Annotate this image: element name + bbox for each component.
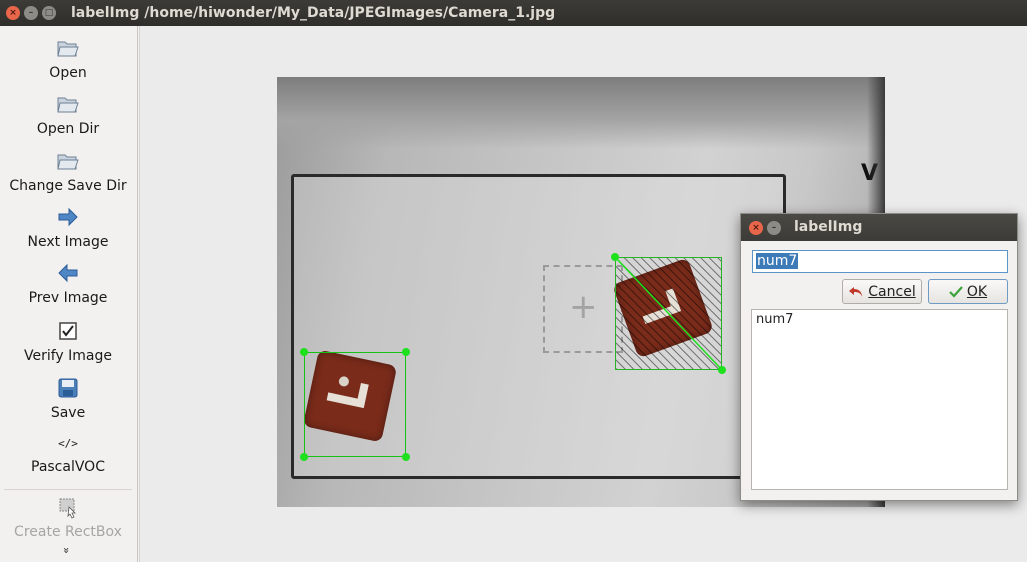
pascalvoc-label: PascalVOC bbox=[31, 459, 105, 475]
photo-shadow bbox=[277, 77, 885, 149]
verify-image-label: Verify Image bbox=[23, 348, 112, 364]
bbox-handle[interactable] bbox=[300, 348, 308, 356]
code-tag-icon: </> bbox=[58, 437, 78, 450]
create-rectbox-button[interactable]: Create RectBox bbox=[0, 495, 136, 540]
change-save-dir-button[interactable]: Change Save Dir bbox=[0, 149, 136, 194]
label-input[interactable]: num7 bbox=[752, 250, 1008, 273]
save-label: Save bbox=[50, 405, 86, 421]
dialog-close-button[interactable]: × bbox=[749, 221, 763, 235]
window-titlebar: × – □ labelImg /home/hiwonder/My_Data/JP… bbox=[0, 0, 1027, 26]
bbox-handle[interactable] bbox=[402, 348, 410, 356]
checkbox-icon bbox=[59, 322, 77, 340]
save-button[interactable]: Save bbox=[0, 376, 136, 421]
dialog-title: labelImg bbox=[794, 219, 863, 235]
window-minimize-button[interactable]: – bbox=[24, 6, 38, 20]
pascalvoc-format-button[interactable]: </> PascalVOC bbox=[0, 434, 136, 475]
cancel-button[interactable]: Cancel bbox=[842, 279, 922, 304]
arrow-left-icon bbox=[58, 263, 78, 283]
create-rectbox-label: Create RectBox bbox=[14, 524, 122, 540]
prev-image-button[interactable]: Prev Image bbox=[0, 261, 136, 306]
window-title: labelImg /home/hiwonder/My_Data/JPEGImag… bbox=[71, 5, 556, 21]
arrow-right-icon bbox=[58, 207, 78, 227]
verify-image-button[interactable]: Verify Image bbox=[0, 319, 136, 364]
toolbar-more-chevron-icon[interactable]: » bbox=[60, 547, 73, 554]
dialog-minimize-button[interactable]: – bbox=[767, 221, 781, 235]
folder-icon bbox=[57, 154, 79, 170]
open-dir-label: Open Dir bbox=[36, 121, 100, 137]
bbox-handle[interactable] bbox=[300, 453, 308, 461]
toolbar-separator bbox=[4, 489, 132, 490]
checkmark-icon bbox=[949, 285, 963, 298]
bbox-handle[interactable] bbox=[611, 253, 619, 261]
undo-arrow-icon bbox=[849, 286, 863, 297]
folder-icon bbox=[57, 97, 79, 113]
label-history-list[interactable]: num7 bbox=[751, 309, 1008, 490]
bounding-box-right-selected[interactable] bbox=[615, 257, 723, 371]
bbox-handle[interactable] bbox=[402, 453, 410, 461]
open-label: Open bbox=[49, 65, 87, 81]
left-toolbar: Open Open Dir Change Save Dir Next Image… bbox=[0, 26, 138, 562]
cancel-label: Cancel bbox=[868, 283, 916, 300]
label-input-value: num7 bbox=[756, 253, 799, 269]
crosshair-plus-icon: + bbox=[569, 287, 598, 327]
next-image-button[interactable]: Next Image bbox=[0, 205, 136, 250]
change-save-dir-label: Change Save Dir bbox=[9, 178, 127, 194]
bbox-diagonal-line bbox=[616, 258, 723, 371]
list-item[interactable]: num7 bbox=[752, 310, 1007, 329]
window-controls: × – □ bbox=[6, 6, 56, 20]
next-image-label: Next Image bbox=[27, 234, 109, 250]
open-dir-button[interactable]: Open Dir bbox=[0, 92, 136, 137]
bounding-box-left[interactable] bbox=[304, 352, 406, 457]
window-close-button[interactable]: × bbox=[6, 6, 20, 20]
ok-label: OK bbox=[966, 283, 988, 300]
window-maximize-button[interactable]: □ bbox=[42, 6, 56, 20]
dialog-titlebar: × – labelImg bbox=[741, 214, 1017, 241]
open-button[interactable]: Open bbox=[0, 36, 136, 81]
label-dialog: × – labelImg num7 Cancel OK num7 bbox=[740, 213, 1018, 501]
bbox-handle[interactable] bbox=[718, 366, 726, 374]
ok-button[interactable]: OK bbox=[928, 279, 1008, 304]
rectbox-icon bbox=[59, 498, 76, 519]
floppy-icon bbox=[58, 378, 78, 398]
prev-image-label: Prev Image bbox=[28, 290, 108, 306]
folder-icon bbox=[57, 41, 79, 57]
